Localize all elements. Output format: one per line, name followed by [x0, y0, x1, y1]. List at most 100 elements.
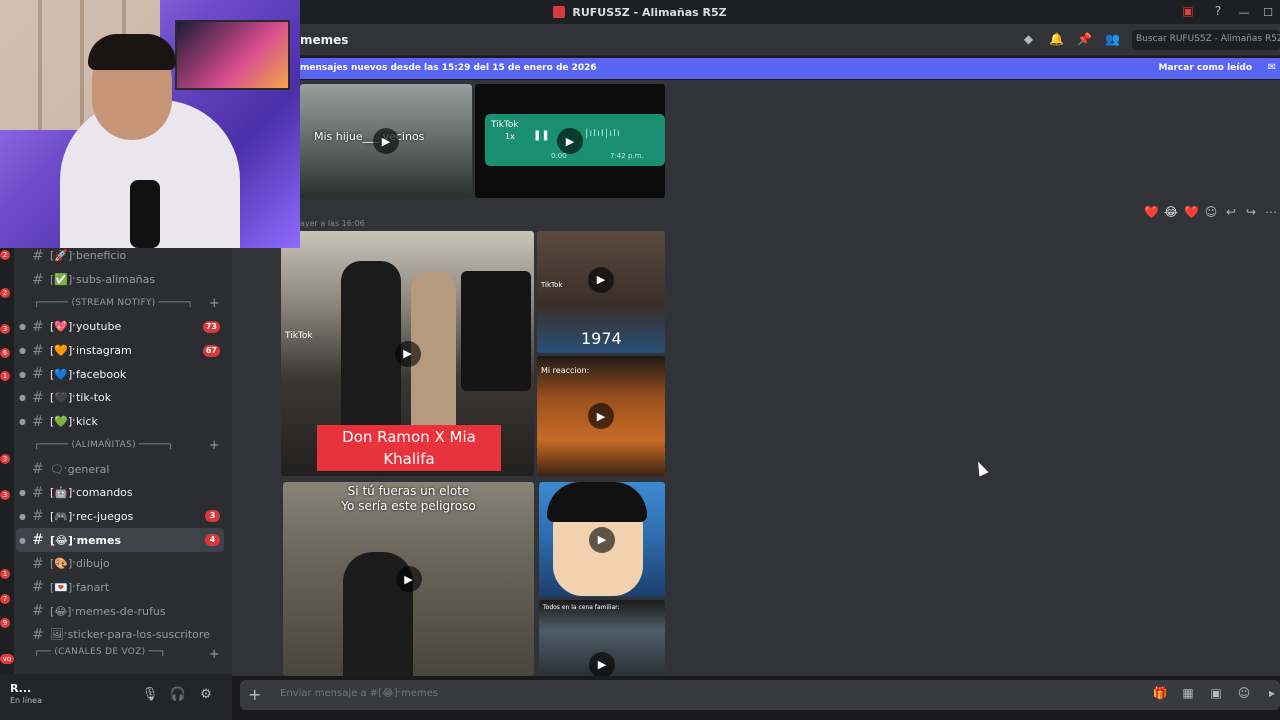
channel-rec-juegos[interactable]: ● # [🎮]ˑrec-juegos 3 — [14, 505, 232, 529]
play-icon[interactable]: ▶ — [394, 340, 421, 367]
video-caption: Mis hijue___ vecinos — [314, 130, 425, 143]
reaction-laugh[interactable]: 😂 — [1164, 205, 1178, 219]
server-logo-icon — [553, 6, 566, 18]
message-composer: + 🎁 ▦ ▣ ☺ ▸ — [240, 680, 1280, 710]
bell-icon[interactable]: 🔔 — [1048, 32, 1065, 49]
headphones-icon[interactable]: 🎧 — [168, 687, 188, 707]
composer-toolbar: 🎁 ▦ ▣ ☺ ▸ — [1152, 686, 1280, 700]
hash-icon: # — [32, 389, 44, 406]
reply-icon[interactable]: ↩ — [1224, 205, 1238, 219]
cartoon-hair-shape — [547, 482, 647, 522]
channel-facebook[interactable]: ● # [💙]ˑfacebook — [14, 362, 232, 386]
header-toolbar: ◆ 🔔 📌 👥 — [1020, 32, 1121, 49]
message-list: Mis hijue___ vecinos ▶ TikTok 1x ❚❚ |ıIı… — [232, 80, 1280, 676]
category-stream-notify[interactable]: ┌───── (STREAM NOTIFY) ─────┐ + — [14, 291, 232, 315]
server-badge: 1 — [0, 371, 10, 381]
channel-fanart[interactable]: # [💌]ˑfanart — [14, 576, 232, 600]
reaction-heart[interactable]: ❤️ — [1184, 205, 1199, 219]
gif-icon[interactable]: ▦ — [1180, 686, 1196, 700]
mark-as-read-button[interactable]: Marcar como leído — [1158, 63, 1252, 73]
server-badge: vo — [0, 654, 14, 664]
maximize-button[interactable]: ☐ — [1256, 6, 1280, 19]
forward-icon[interactable]: ↪ — [1244, 205, 1258, 219]
play-icon[interactable]: ▶ — [373, 128, 399, 154]
server-badge: 1 — [0, 569, 10, 579]
monitor-shape — [175, 20, 290, 90]
reaction-heart[interactable]: ❤️ — [1144, 205, 1159, 219]
channel-memes-de-rufus[interactable]: # [😂]ˑmemes-de-rufus — [14, 599, 232, 623]
bullet-icon: ● — [19, 535, 26, 545]
play-icon[interactable]: ▶ — [589, 526, 615, 553]
channel-kick[interactable]: ● # [💚]ˑkick — [14, 410, 232, 434]
video-attachment[interactable]: TikTok 1x ❚❚ |ıIıI|ıIı 0:00 7:42 p.m. ▶ — [475, 84, 665, 198]
video-attachment[interactable]: TikTok Don Ramon X Mia Khalifa ▶ — [281, 231, 534, 476]
video-attachment[interactable]: Si tú fueras un elote Yo sería este peli… — [283, 482, 534, 676]
channel-tik-tok[interactable]: ● # [🖤]ˑtik-tok — [14, 386, 232, 410]
add-attachment-icon[interactable]: + — [248, 685, 261, 704]
inbox-icon[interactable]: ▣ — [1180, 3, 1196, 19]
hash-icon: # — [32, 555, 44, 572]
hash-icon: # — [32, 342, 44, 359]
channel-dibujo[interactable]: # [🎨]ˑdibujo — [14, 552, 232, 576]
help-icon[interactable]: ? — [1210, 3, 1226, 19]
user-panel: R... En línea 🎙 🎧 ⚙ — [0, 674, 232, 720]
new-messages-banner[interactable]: mensajes nuevos desde las 15:29 del 15 d… — [232, 58, 1280, 79]
gift-icon[interactable]: 🎁 — [1152, 686, 1168, 700]
hash-icon: # — [32, 484, 44, 501]
add-channel-icon[interactable]: + — [209, 438, 220, 453]
play-icon[interactable]: ▶ — [395, 566, 422, 592]
video-attachment[interactable]: ▶ — [539, 482, 665, 597]
car-shape — [461, 271, 531, 391]
titlebar-icons: ▣ ? — [1180, 3, 1226, 19]
add-channel-icon[interactable]: + — [209, 296, 220, 311]
minimize-button[interactable]: — — [1232, 6, 1256, 19]
unread-badge: 73 — [202, 320, 220, 333]
video-attachment[interactable]: Mis hijue___ vecinos ▶ — [300, 84, 472, 198]
channel-comandos[interactable]: ● # [🤖]ˑcomandos — [14, 481, 232, 505]
add-reaction-icon[interactable]: ☺ — [1204, 205, 1218, 219]
play-icon[interactable]: ▶ — [588, 266, 614, 293]
video-attachment[interactable]: TikTok 1974 ▶ — [537, 231, 665, 353]
more-options-icon[interactable]: ⋯ — [1264, 205, 1278, 219]
settings-gear-icon[interactable]: ⚙ — [196, 687, 216, 707]
play-icon[interactable]: ▶ — [557, 128, 583, 154]
hash-icon: # — [32, 579, 44, 596]
play-icon[interactable]: ▶ — [588, 403, 614, 429]
threads-icon[interactable]: ◆ — [1020, 32, 1037, 49]
add-channel-icon[interactable]: + — [209, 647, 220, 659]
window-controls: — ☐ — [1232, 0, 1280, 24]
video-attachment[interactable]: Todos en la cena familiar: ▶ — [539, 600, 665, 676]
emoji-icon[interactable]: ☺ — [1236, 686, 1252, 700]
channel-youtube[interactable]: ● # [💖]ˑyoutube 73 — [14, 315, 232, 339]
hash-icon: # — [32, 532, 44, 549]
hash-icon: # — [32, 366, 44, 383]
message-timestamp: ayer a las 16:06 — [300, 219, 365, 228]
user-name[interactable]: R... — [10, 682, 31, 695]
category-canales-de-voz[interactable]: ┌── (CANALES DE VOZ) ──┐ + — [14, 647, 232, 659]
channel-subs-alimanas[interactable]: # [✅]ˑsubs-alimañas — [14, 268, 232, 292]
channel-memes[interactable]: ● # [😂]ˑmemes 4 — [16, 528, 224, 552]
search-input[interactable]: Buscar RUFUS5Z - Alimañas R5Z — [1132, 30, 1280, 50]
channel-general[interactable]: # 🗨ˑgeneral — [14, 457, 232, 481]
hash-icon: # — [32, 461, 44, 478]
apps-icon[interactable]: ▸ — [1264, 686, 1280, 700]
hash-icon: # — [32, 508, 44, 525]
mark-read-icon[interactable]: ✉ — [1268, 62, 1276, 73]
pin-icon[interactable]: 📌 — [1076, 32, 1093, 49]
channel-instagram[interactable]: ● # [🧡]ˑinstagram 67 — [14, 339, 232, 363]
message-input[interactable] — [280, 688, 980, 699]
hash-icon: # — [32, 271, 44, 288]
server-badge: 6 — [0, 348, 10, 358]
members-icon[interactable]: 👥 — [1104, 32, 1121, 49]
category-alimanitas[interactable]: ┌───── (ALIMAÑITAS) ─────┐ + — [14, 434, 232, 458]
window-title: RUFUS5Z - Alimañas R5Z — [572, 5, 727, 19]
play-icon[interactable]: ▶ — [589, 651, 615, 676]
server-badge: 3 — [0, 454, 10, 464]
tiktok-watermark: TikTok — [285, 331, 313, 341]
channel-sticker-suscritores[interactable]: # 🖼ˑsticker-para-los-suscritores... — [14, 623, 232, 647]
server-badge: 7 — [0, 594, 10, 604]
microphone-icon[interactable]: 🎙 — [140, 687, 160, 707]
video-attachment[interactable]: Mi reaccion: ▶ — [537, 356, 665, 476]
sticker-icon[interactable]: ▣ — [1208, 686, 1224, 700]
video-caption: Todos en la cena familiar: — [543, 604, 620, 611]
